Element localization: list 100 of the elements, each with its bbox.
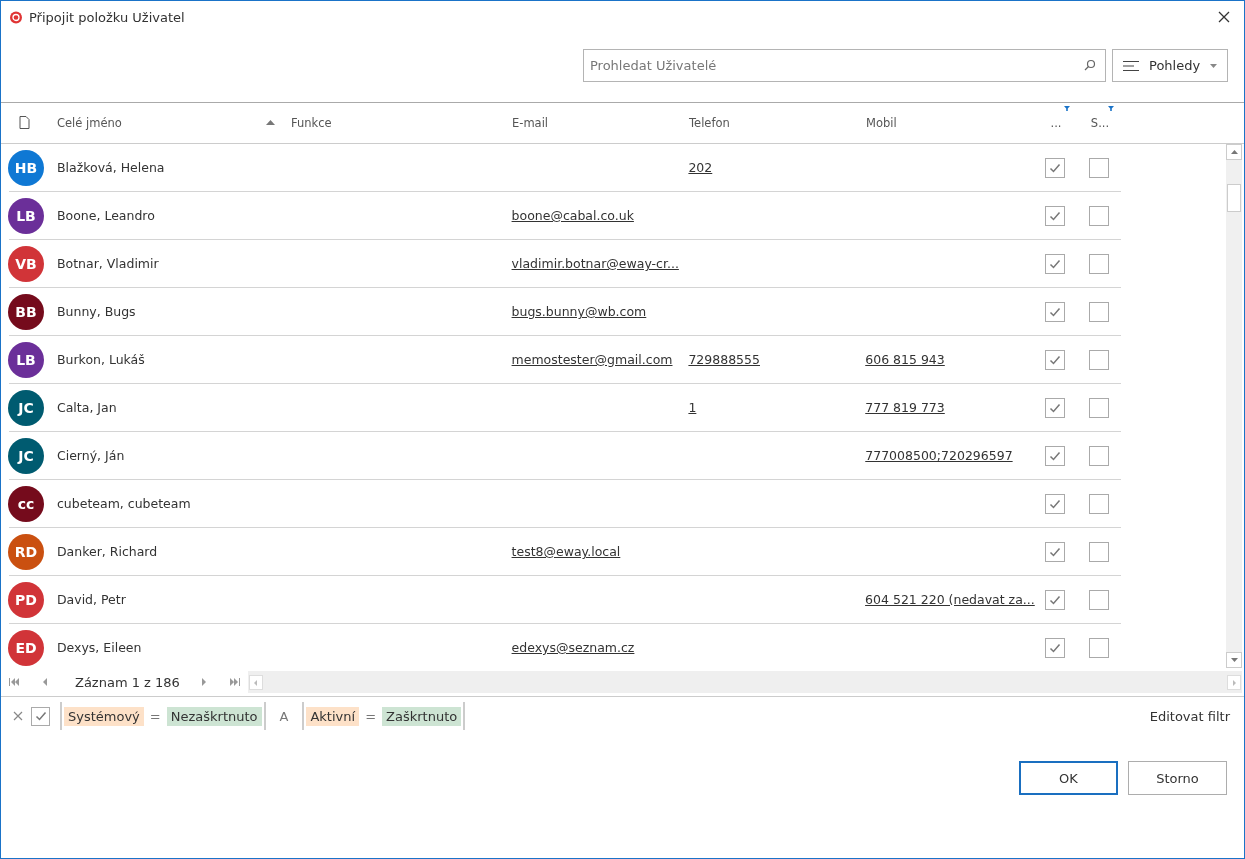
checkbox[interactable] xyxy=(1089,637,1109,658)
scrollbar-thumb[interactable] xyxy=(1227,184,1241,212)
email-link[interactable]: boone@cabal.co.uk xyxy=(511,208,634,223)
avatar: JC xyxy=(8,437,44,474)
mobile-link[interactable]: 777 819 773 xyxy=(865,400,945,415)
checkbox[interactable] xyxy=(1089,541,1109,562)
document-icon xyxy=(19,116,30,130)
column-header[interactable]: ... xyxy=(1034,103,1078,143)
first-page-icon xyxy=(9,678,19,686)
checkbox[interactable] xyxy=(1089,349,1109,370)
checkbox[interactable] xyxy=(1045,157,1066,178)
name-text: Cierný, Ján xyxy=(56,448,125,463)
name-text: cubeteam, cubeteam xyxy=(56,496,191,511)
avatar: VB xyxy=(8,245,44,282)
checkbox[interactable] xyxy=(1089,253,1109,274)
filter-condition[interactable]: Aktivní = Zaškrtnuto xyxy=(302,702,466,730)
avatar: RD xyxy=(8,533,44,570)
operator-text: = xyxy=(148,708,162,724)
mobile-link[interactable]: 604 521 220 (nedavat za... xyxy=(865,592,1035,607)
checkbox[interactable] xyxy=(1045,253,1066,274)
field-label: Aktivní xyxy=(306,706,360,726)
clear-filter-button[interactable] xyxy=(13,711,23,721)
scroll-left-icon xyxy=(254,679,258,686)
checkbox[interactable] xyxy=(1089,589,1109,610)
first-page-button[interactable] xyxy=(9,678,19,686)
checkbox[interactable] xyxy=(1089,445,1109,466)
column-header[interactable]: E-mail xyxy=(504,103,681,143)
checkbox[interactable] xyxy=(1045,541,1066,562)
name-text: Blažková, Helena xyxy=(56,160,165,175)
name-text: Botnar, Vladimir xyxy=(56,256,159,271)
checkbox[interactable] xyxy=(31,706,50,726)
email-link[interactable]: test8@eway.local xyxy=(511,544,621,559)
vertical-scrollbar[interactable] xyxy=(1226,144,1242,668)
phone-link[interactable]: 729888555 xyxy=(688,352,760,367)
checkbox[interactable] xyxy=(1089,205,1109,226)
avatar: LB xyxy=(8,197,44,234)
column-header[interactable]: Celé jméno xyxy=(49,103,283,143)
checkbox[interactable] xyxy=(1089,493,1109,514)
scroll-right-icon xyxy=(1232,679,1236,686)
column-header[interactable]: Funkce xyxy=(283,103,504,143)
joiner-text: A xyxy=(279,708,289,724)
checkbox[interactable] xyxy=(1045,349,1066,370)
value-label: Nezaškrtnuto xyxy=(166,706,262,726)
checkbox[interactable] xyxy=(1045,301,1066,322)
value-label: Zaškrtnuto xyxy=(382,706,462,726)
views-dropdown[interactable]: Pohledy xyxy=(1112,49,1228,82)
dialog-button[interactable]: Storno xyxy=(1128,761,1227,795)
email-link[interactable]: memostester@gmail.com xyxy=(511,352,673,367)
caret-icon xyxy=(1210,63,1218,68)
name-text: Bunny, Bugs xyxy=(56,304,136,319)
scroll-down-icon xyxy=(1230,658,1238,662)
search-icon xyxy=(1084,59,1096,71)
last-page-icon xyxy=(229,678,240,686)
checkbox[interactable] xyxy=(1045,397,1066,418)
previous-page-icon xyxy=(43,678,47,686)
name-text: Dexys, Eileen xyxy=(56,640,142,655)
column-header[interactable]: Mobil xyxy=(858,103,1034,143)
avatar: HB xyxy=(8,149,44,186)
close-icon xyxy=(1218,11,1230,23)
last-page-button[interactable] xyxy=(229,678,240,686)
email-link[interactable]: bugs.bunny@wb.com xyxy=(511,304,647,319)
mobile-link[interactable]: 606 815 943 xyxy=(865,352,945,367)
close-icon xyxy=(13,711,23,721)
phone-link[interactable]: 1 xyxy=(688,400,697,415)
column-header[interactable]: S... xyxy=(1078,103,1122,143)
dialog-button[interactable]: OK xyxy=(1019,761,1118,795)
phone-link[interactable]: 202 xyxy=(688,160,713,175)
previous-page-button[interactable] xyxy=(43,678,47,686)
email-link[interactable]: vladimir.botnar@eway-cr... xyxy=(511,256,679,271)
checkbox[interactable] xyxy=(1089,397,1109,418)
avatar: PD xyxy=(8,581,44,618)
email-link[interactable]: edexys@seznam.cz xyxy=(511,640,635,655)
avatar: ED xyxy=(8,629,44,666)
name-text: Calta, Jan xyxy=(56,400,117,415)
checkbox[interactable] xyxy=(1045,493,1066,514)
checkbox[interactable] xyxy=(1089,157,1109,178)
next-page-icon xyxy=(201,678,206,686)
mobile-link[interactable]: 777008500;720296597 xyxy=(865,448,1013,463)
search-field[interactable]: Prohledat Uživatelé xyxy=(583,49,1106,82)
app-logo-icon xyxy=(9,9,23,25)
record-counter: Záznam 1 z 186 xyxy=(75,674,180,690)
window-title: Připojit položku Uživatel xyxy=(29,9,186,25)
scroll-up-icon xyxy=(1230,150,1238,154)
name-text: Danker, Richard xyxy=(56,544,158,559)
checkbox[interactable] xyxy=(1089,301,1109,322)
horizontal-scrollbar[interactable] xyxy=(247,671,1242,693)
checkbox[interactable] xyxy=(1045,205,1066,226)
list-icon xyxy=(1123,59,1139,72)
name-text: Boone, Leandro xyxy=(56,208,155,223)
name-text: David, Petr xyxy=(56,592,126,607)
avatar: LB xyxy=(8,341,44,378)
next-page-button[interactable] xyxy=(201,678,206,686)
column-header[interactable]: Telefon xyxy=(681,103,858,143)
filter-condition[interactable]: Systémový = Nezaškrtnuto xyxy=(60,702,266,730)
edit-filter-link[interactable]: Editovat filtr xyxy=(1149,708,1230,724)
checkbox[interactable] xyxy=(1045,637,1066,658)
checkbox[interactable] xyxy=(1045,589,1066,610)
name-text: Burkon, Lukáš xyxy=(56,352,145,367)
operator-text: = xyxy=(364,708,378,724)
checkbox[interactable] xyxy=(1045,445,1066,466)
